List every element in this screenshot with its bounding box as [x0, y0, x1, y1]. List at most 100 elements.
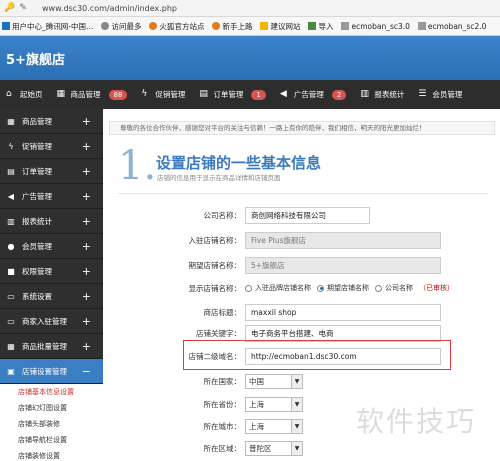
count-badge: 88	[108, 89, 128, 100]
expected-store-label: 期望店铺名称：	[188, 260, 242, 270]
domain-row: 店铺二级域名： http://ecmoban1.dsc30.com	[110, 346, 500, 366]
count-badge: 1	[251, 89, 266, 100]
plus-icon: +	[81, 190, 91, 203]
user-icon: ●	[7, 241, 15, 251]
goods-icon: ▦	[56, 89, 66, 99]
settings-icon: ▣	[7, 366, 15, 376]
watermark: 软件技巧	[356, 405, 477, 438]
sidebar: ▦ 商品管理 + ϟ 促销管理 + ▤ 订单管理 + ◀ 广告管理 + ▥ 报表统计 + ● 会员管理…	[0, 109, 103, 461]
radio-brand-name[interactable]: 入驻品牌店铺名称	[245, 283, 311, 293]
shop-title-field[interactable]: maxxil shop	[245, 303, 441, 321]
sidebar-item-batch[interactable]: ▦ 商品批量管理 +	[0, 334, 103, 359]
top-nav: ⌂ 起始页 ▦ 商品管理 88 ϟ 促销管理 ▤ 订单管理 1 ◀ 广告管理 2 ▥ 报表统计 ☰…	[0, 80, 500, 109]
folder-icon	[260, 22, 269, 30]
city-select[interactable]: 上海 ▼	[245, 418, 303, 434]
company-field[interactable]: 商创网络科技有限公司	[245, 206, 370, 224]
store-title: 5+旗舰店	[6, 53, 65, 68]
url-text[interactable]: www.dsc30.com/admin/index.php	[42, 4, 177, 13]
bookmark-item[interactable]: 用户中心_腾讯网-中国…	[2, 21, 93, 32]
page-icon	[417, 22, 426, 30]
bookmark-item[interactable]: ecmoban_sc3.0	[341, 22, 410, 31]
bookmark-icon	[101, 22, 110, 30]
sidebar-item-ads[interactable]: ◀ 广告管理 +	[0, 184, 103, 209]
nav-promotion[interactable]: ϟ 促销管理	[141, 89, 185, 100]
display-name-row: 显示店铺名称： 入驻品牌店铺名称 期望店铺名称 公司名称 （已审核）	[110, 278, 500, 298]
chevron-down-icon: ▼	[291, 397, 302, 411]
home-icon: ⌂	[6, 89, 12, 99]
district-row: 所在区域： 普陀区 ▼	[110, 438, 500, 458]
bookmark-item[interactable]: 建议网站	[260, 21, 300, 32]
city-label: 所在城市：	[203, 421, 242, 431]
district-label: 所在区域：	[203, 443, 242, 453]
orders-icon: ▤	[7, 166, 15, 176]
chevron-down-icon: ▼	[291, 419, 302, 433]
entry-store-row: 入驻店铺名称： Five Plus旗舰店	[110, 230, 500, 250]
plus-icon: +	[81, 140, 91, 153]
submenu-item-decoration[interactable]: 店铺装修设置	[0, 448, 103, 461]
count-badge: 2	[331, 89, 347, 100]
sidebar-item-permissions[interactable]: ■ 权限管理 +	[0, 259, 103, 284]
expected-store-row: 期望店铺名称： 5+旗舰店	[110, 255, 500, 275]
sidebar-item-orders[interactable]: ▤ 订单管理 +	[0, 159, 103, 184]
company-row: 公司名称： 商创网络科技有限公司	[110, 205, 500, 225]
bookmark-icon	[2, 22, 10, 30]
district-select[interactable]: 普陀区 ▼	[245, 440, 303, 456]
submenu-item-basic-info[interactable]: 店铺基本信息设置	[0, 384, 103, 400]
bookmark-item[interactable]: 火狐官方站点	[149, 21, 204, 32]
sidebar-item-promotion[interactable]: ϟ 促销管理 +	[0, 134, 103, 159]
plus-icon: +	[81, 265, 91, 278]
bookmark-item[interactable]: 访问最多	[101, 21, 141, 32]
pencil-icon: ✎	[19, 3, 27, 13]
domain-field[interactable]: http://ecmoban1.dsc30.com	[245, 347, 441, 365]
display-name-label: 显示店铺名称：	[188, 283, 242, 293]
bookmarks-bar: 用户中心_腾讯网-中国… 访问最多 火狐官方站点 新手上路 建议网站 导入 ec…	[0, 17, 500, 36]
nav-home[interactable]: ⌂ 起始页	[6, 89, 43, 100]
province-label: 所在省份：	[203, 399, 242, 409]
goods-icon: ▦	[7, 116, 15, 126]
import-icon	[308, 22, 317, 30]
plus-icon: +	[81, 315, 91, 328]
sidebar-item-store-settings[interactable]: ▣ 店铺设置管理 −	[0, 359, 103, 384]
chevron-down-icon: ▼	[291, 441, 302, 455]
plus-icon: +	[81, 115, 91, 128]
bookmark-item[interactable]: 导入	[308, 21, 333, 32]
bolt-icon: ϟ	[141, 89, 148, 99]
submenu-item-header[interactable]: 店铺头部装修	[0, 416, 103, 432]
nav-ads[interactable]: ◀ 广告管理 2	[280, 89, 347, 100]
submenu-item-navbar[interactable]: 店铺导航栏设置	[0, 432, 103, 448]
keyword-field[interactable]: 电子商务平台搭建、电商	[245, 324, 441, 342]
radio-icon	[245, 284, 252, 292]
sidebar-item-system[interactable]: ▭ 系统设置 +	[0, 284, 103, 309]
radio-company-name[interactable]: 公司名称	[375, 283, 413, 293]
chevron-down-icon: ▼	[291, 374, 302, 388]
bookmark-item[interactable]: ecmoban_sc2.0	[417, 22, 486, 31]
bookmark-item[interactable]: 新手上路	[212, 21, 252, 32]
keyword-label: 店铺关键字：	[196, 328, 241, 338]
bolt-icon: ϟ	[8, 141, 14, 151]
radio-expected-name[interactable]: 期望店铺名称	[317, 283, 369, 293]
country-select[interactable]: 中国 ▼	[245, 373, 303, 389]
sidebar-item-reports[interactable]: ▥ 报表统计 +	[0, 209, 103, 234]
megaphone-icon: ◀	[7, 191, 15, 201]
page-icon	[341, 22, 350, 30]
nav-reports[interactable]: ▥ 报表统计	[360, 89, 404, 100]
batch-icon: ▦	[7, 341, 15, 351]
nav-goods[interactable]: ▦ 商品管理 88	[57, 89, 128, 100]
step-subtitle: 店铺的信息用于显示在商品详情和店铺页面	[157, 174, 281, 182]
company-label: 公司名称：	[203, 210, 242, 220]
app-header: 5+旗舰店	[0, 36, 500, 80]
sidebar-item-goods[interactable]: ▦ 商品管理 +	[0, 109, 103, 134]
store-icon: ▭	[7, 316, 15, 326]
nav-orders[interactable]: ▤ 订单管理 1	[199, 89, 266, 100]
sidebar-submenu: 店铺基本信息设置 店铺幻灯图设置 店铺头部装修 店铺导航栏设置 店铺装修设置	[0, 384, 103, 461]
country-row: 所在国家： 中国 ▼	[110, 371, 500, 391]
submenu-item-slides[interactable]: 店铺幻灯图设置	[0, 400, 103, 416]
radio-icon	[317, 284, 324, 292]
province-select[interactable]: 上海 ▼	[245, 396, 303, 412]
sidebar-item-members[interactable]: ● 会员管理 +	[0, 234, 103, 259]
key-icon: 🔑	[4, 3, 16, 13]
sidebar-item-merchants[interactable]: ▭ 商家入驻管理 +	[0, 309, 103, 334]
nav-members[interactable]: ☰ 会员管理	[418, 89, 462, 100]
chart-icon: ▥	[360, 89, 369, 99]
notice-bar: 尊敬的各位合作伙伴，感谢您对平台的关注与信赖！一路上有你的陪伴，我们相信，明天的…	[109, 121, 495, 135]
